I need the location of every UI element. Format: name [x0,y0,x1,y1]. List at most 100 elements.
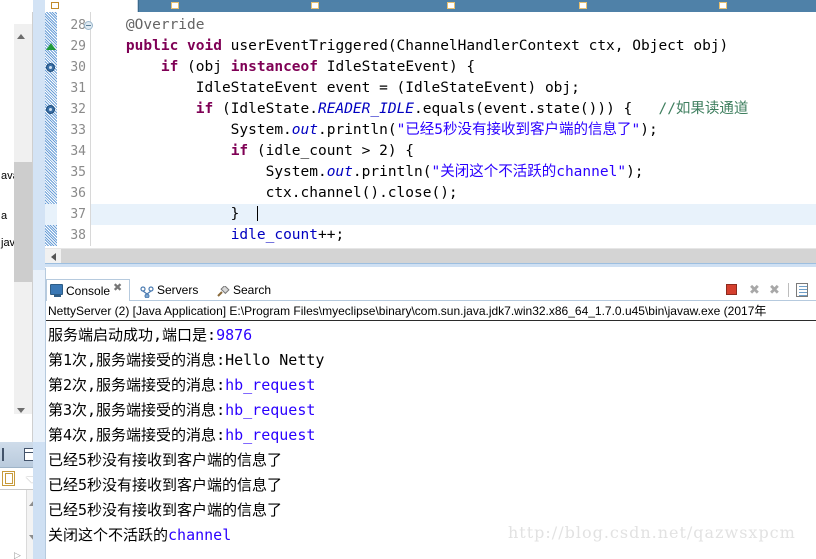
code-token: ++; [318,227,345,243]
tab-console[interactable]: Console ✖ [46,279,130,301]
breakpoint-marker-icon[interactable] [46,105,55,114]
editor-code-area[interactable]: @Override public void userEventTriggered… [91,12,816,246]
line-number: 35 [70,165,86,180]
code-token: if [230,143,249,159]
code-line[interactable]: if (obj instanceof IdleStateEvent) { [91,57,475,78]
console-line: 第1次,服务端接受的消息:Hello Netty [48,348,324,373]
code-token: if [195,101,214,117]
close-icon[interactable]: ✖ [113,283,122,294]
code-token: idle_count [230,227,318,243]
remove-launch-icon[interactable]: ✖ [748,283,761,296]
override-marker-icon[interactable] [46,43,56,50]
editor-left-blue-border [33,0,45,270]
console-process-header: NettyServer (2) [Java Application] E:\Pr… [48,304,767,318]
console-line: 已经5秒没有接收到客户端的信息了 [48,498,282,523]
console-text: 第2次,服务端接受的消息: [48,376,226,394]
console-line: 已经5秒没有接收到客户端的信息了 [48,448,282,473]
code-line[interactable]: if (IdleState.READER_IDLE.equals(event.s… [91,99,749,120]
line-number: 38 [70,228,86,243]
tab-search[interactable]: Search [214,279,278,301]
code-token: if [160,59,179,75]
tab-label: Search [233,283,272,297]
console-text: 第1次,服务端接受的消息: [48,351,226,369]
code-line[interactable]: System.out.println("已经5秒没有接收到客户端的信息了"); [91,120,658,141]
scroll-down-arrow-icon[interactable] [17,408,25,413]
eclipse-ide-window: ava a jav 28 29 30 31 32 33 34 35 36 37 38 @Overri… [0,0,816,559]
console-text: channel [168,526,232,544]
terminate-button[interactable] [726,284,737,295]
console-header-rule [46,320,816,321]
collapsed-label-2: jav [1,237,16,249]
code-line[interactable]: } [91,204,258,225]
tab-servers[interactable]: Servers [138,279,206,301]
code-token: (IdleState. [213,101,318,117]
console-text: hb_request [225,426,316,444]
code-line[interactable]: @Override [91,15,205,36]
java-file-icon [719,2,727,9]
code-token: userEventTriggered(ChannelHandlerContext… [221,38,729,54]
console-text: 已经5秒没有接收到客户端的信息了 [48,501,283,519]
code-token: } [91,206,257,222]
view-icon-partial [2,448,9,461]
editor-bottom-edge [45,263,816,267]
code-line[interactable]: public void userEventTriggered(ChannelHa… [91,36,728,57]
code-line[interactable]: System.out.println("关闭这个不活跃的channel"); [91,162,644,183]
console-text: 关闭这个不活跃的 [48,526,169,544]
scroll-left-arrow-icon[interactable] [45,249,61,264]
java-file-icon [447,2,455,9]
code-token: "已经5秒没有接收到客户端的信息了" [396,122,641,138]
fold-collapse-icon[interactable] [84,21,93,30]
remove-all-terminated-icon[interactable]: ✖ [768,283,781,296]
code-token: "关闭这个不活跃的channel" [431,164,627,180]
console-left-blue-border [33,270,45,442]
toolbar-divider [788,283,789,297]
editor-tab-active[interactable] [138,0,816,12]
console-line: 已经5秒没有接收到客户端的信息了 [48,473,282,498]
java-source-editor[interactable]: 28 29 30 31 32 33 34 35 36 37 38 @Override public … [45,12,816,246]
console-text: hb_request [225,376,316,394]
code-token: public void [125,38,222,54]
code-token: IdleStateEvent event = (IdleStateEvent) … [91,80,580,96]
code-token: instanceof [230,59,319,75]
console-text: 服务端启动成功,端口是: [48,326,217,344]
code-token: (obj [178,59,231,75]
line-number: 37 [70,207,86,222]
editor-horizontal-scrollbar[interactable] [45,248,816,264]
line-number: 31 [70,81,86,96]
search-icon [216,283,230,297]
java-file-icon [171,2,179,9]
console-tab-bar: Console ✖ Servers Search [46,279,816,301]
code-line[interactable]: IdleStateEvent event = (IdleStateEvent) … [91,78,580,99]
code-token: System. [91,122,292,138]
servers-icon [140,283,154,299]
code-line[interactable]: idle_count++; [91,225,345,246]
console-line: 第4次,服务端接受的消息:hb_request [48,423,315,448]
scroll-up-arrow-icon[interactable] [17,34,25,39]
code-token: IdleStateEvent) { [318,59,476,75]
console-line: 关闭这个不活跃的channel [48,523,231,548]
editor-tab-inactive-0[interactable] [45,0,138,12]
line-number: 36 [70,186,86,201]
code-token: (idle_count > 2) { [248,143,415,159]
code-token: out [291,122,318,138]
code-line[interactable]: ctx.channel().close(); [91,183,458,204]
folder-inner-icon [5,473,13,484]
left-scrollbar-thumb[interactable] [14,162,32,282]
line-number: 30 [70,60,86,75]
code-line[interactable]: if (idle_count > 2) { [91,141,414,162]
breakpoint-marker-icon[interactable] [46,63,55,72]
console-text: 9876 [216,326,253,344]
code-token: ); [626,164,644,180]
display-selected-console-icon[interactable] [796,283,808,297]
code-token: ); [640,122,658,138]
left-view-strip: ava a jav [0,12,33,442]
console-toolbar: ✖ ✖ [720,279,816,301]
code-token: System. [91,164,327,180]
console-text: hb_request [225,401,316,419]
line-number: 32 [70,102,86,117]
resize-grip-icon[interactable]: ▷ [14,550,22,559]
